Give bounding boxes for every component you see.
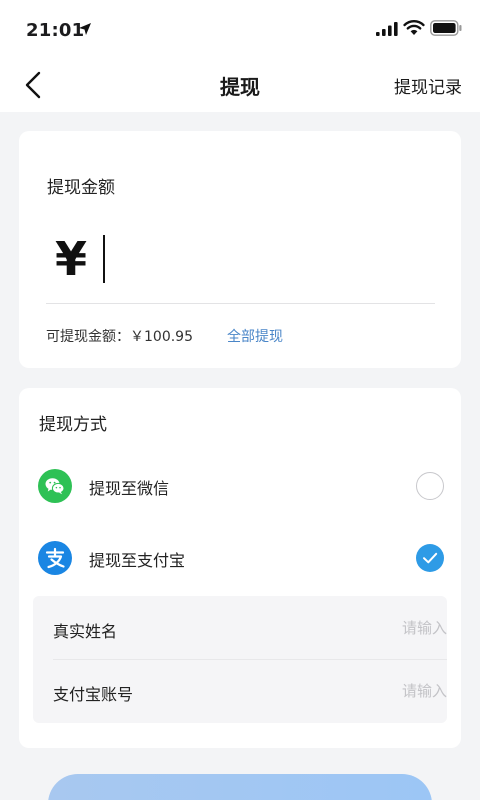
status-bar: 21:01 [0,0,480,58]
alipay-account-input[interactable] [247,671,447,711]
withdraw-method-card: 提现方式 提现至微信 提现至支付宝 真实姓名 请输入 支付宝账号 请输入 [19,388,461,748]
withdraw-all-link[interactable]: 全部提现 [227,326,283,346]
wechat-radio[interactable] [416,472,444,500]
option-wechat[interactable]: 提现至微信 [19,458,461,514]
option-alipay[interactable]: 提现至支付宝 [19,530,461,586]
amount-input-caret[interactable] [103,235,105,283]
option-wechat-label: 提现至微信 [89,479,170,498]
option-alipay-label: 提现至支付宝 [89,551,186,570]
amount-divider [46,303,435,304]
real-name-input[interactable] [247,608,447,648]
status-time: 21:01 [26,20,85,41]
available-label: 可提现金额： [46,329,130,345]
alipay-account-row: 支付宝账号 [33,659,447,722]
alipay-account-form: 真实姓名 支付宝账号 [33,596,447,723]
battery-icon [430,20,462,36]
amount-card: 提现金额 ¥ 可提现金额：￥100.95 全部提现 [19,131,461,368]
withdraw-history-link[interactable]: 提现记录 [394,73,462,98]
withdraw-submit-button[interactable]: 提现 [48,774,432,800]
wechat-icon [38,469,72,503]
available-amount: 可提现金额：￥100.95 [46,326,193,346]
checkmark-icon [423,552,438,564]
wifi-icon [403,20,425,35]
real-name-row: 真实姓名 [33,596,447,659]
available-value: ￥100.95 [130,329,193,345]
amount-label: 提现金额 [47,178,115,198]
currency-symbol: ¥ [55,232,88,286]
alipay-radio[interactable] [416,544,444,572]
alipay-icon [38,541,72,575]
alipay-account-label: 支付宝账号 [53,685,134,704]
cellular-signal-icon [376,22,398,36]
nav-bar: 提现 提现记录 [0,58,480,112]
location-arrow-icon [79,23,91,35]
method-title: 提现方式 [39,415,107,435]
real-name-label: 真实姓名 [53,622,118,641]
